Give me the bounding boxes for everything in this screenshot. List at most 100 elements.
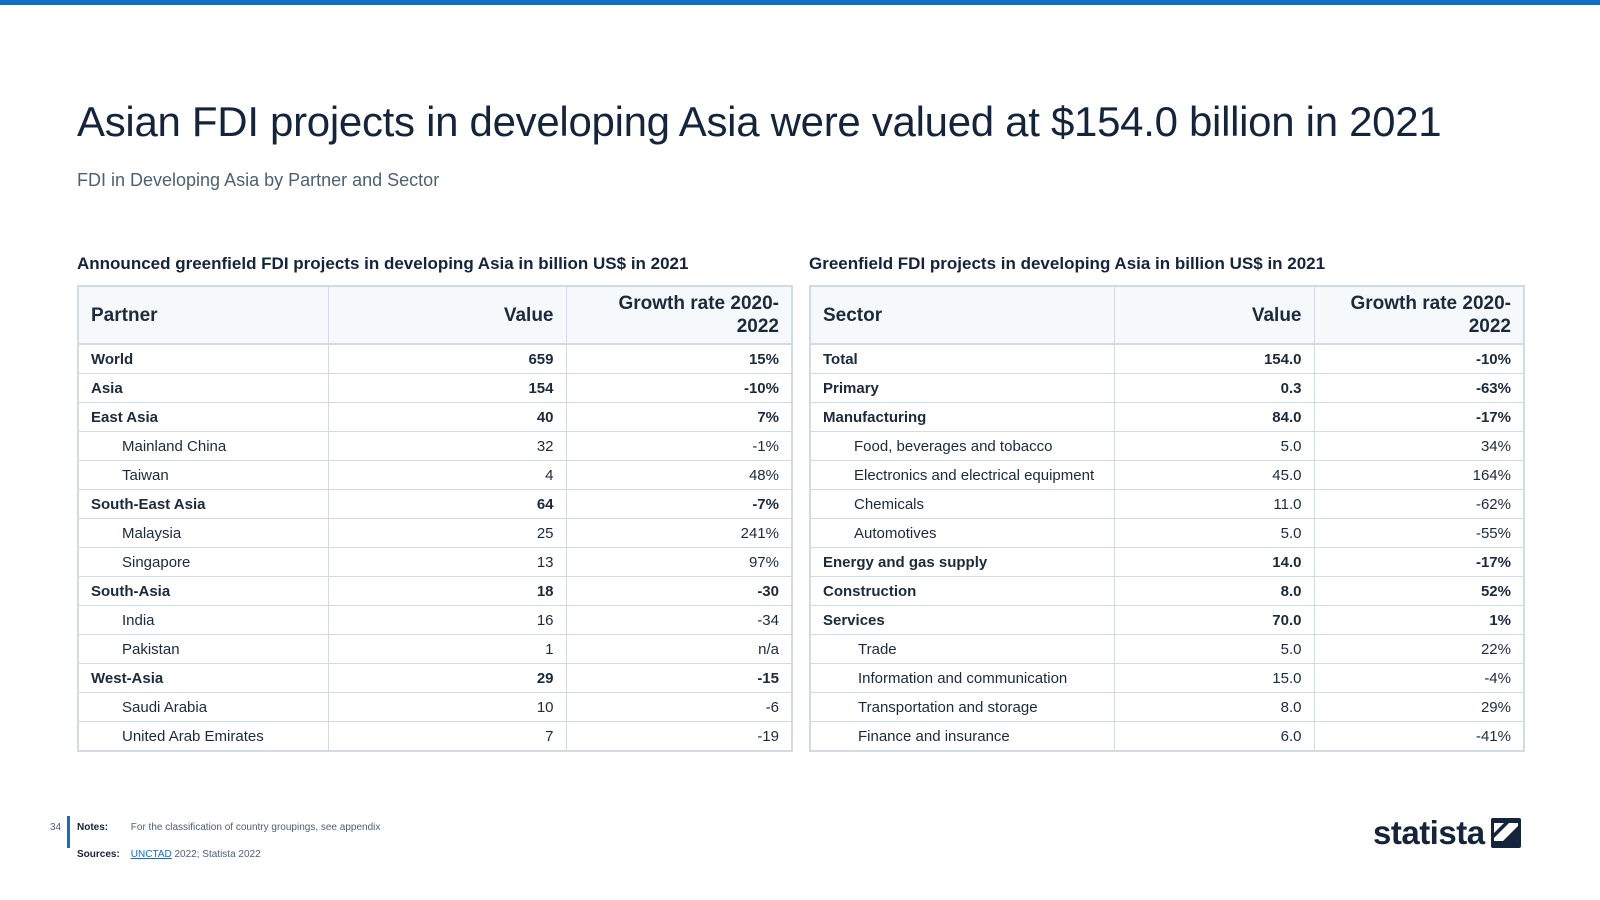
column-header-value: Value [1113,285,1315,345]
row-growth: 52% [1313,576,1525,606]
row-growth: 48% [565,460,793,490]
row-value: 64 [327,489,567,519]
row-label: World [77,343,329,374]
row-value: 0.3 [1113,373,1315,403]
statista-logo-icon [1490,818,1521,848]
notes: Notes: For the classification of country… [77,822,380,833]
row-growth: -55% [1313,518,1525,548]
table-row: Singapore 13 97% [77,547,793,577]
row-value: 70.0 [1113,605,1315,635]
row-label: Energy and gas supply [809,547,1115,577]
row-value: 29 [327,663,567,693]
row-value: 659 [327,343,567,374]
row-label: Primary [809,373,1115,403]
row-label: Mainland China [77,431,329,461]
row-value: 154.0 [1113,343,1315,374]
sector-panel: Greenfield FDI projects in developing As… [809,251,1525,752]
table-row: Electronics and electrical equipment 45.0… [809,460,1525,490]
partner-table: Partner Value Growth rate 2020-2022 Worl… [77,285,793,752]
page-subtitle: FDI in Developing Asia by Partner and Se… [77,170,440,190]
row-value: 6.0 [1113,721,1315,752]
row-label: Trade [809,634,1115,664]
row-label: West-Asia [77,663,329,693]
table-row: Primary 0.3 -63% [809,373,1525,403]
sector-table-heading: Greenfield FDI projects in developing As… [809,254,1326,273]
unctad-source-link[interactable]: UNCTAD [131,849,172,860]
sector-table-body: Total 154.0 -10% Primary 0.3 -63% Manufacturin… [809,343,1525,752]
table-row: Trade 5.0 22% [809,634,1525,664]
row-growth: 164% [1313,460,1525,490]
column-header-growth: Growth rate 2020-2022 [1313,285,1525,345]
row-value: 4 [327,460,567,490]
row-growth: -17% [1313,402,1525,432]
row-label: Food, beverages and tobacco [809,431,1115,461]
row-growth: 34% [1313,431,1525,461]
row-label: Finance and insurance [809,721,1115,752]
row-growth: -10% [1313,343,1525,374]
row-value: 15.0 [1113,663,1315,693]
column-header-growth: Growth rate 2020-2022 [565,285,793,345]
row-value: 14.0 [1113,547,1315,577]
row-label: Singapore [77,547,329,577]
partner-table-body: World 659 15% Asia 154 -10% East Asia 40 7% Mainl… [77,343,793,752]
row-value: 7 [327,721,567,752]
table-row: Information and communication 15.0 -4% [809,663,1525,693]
statista-logo: statista [1373,815,1521,851]
column-header-value: Value [327,285,567,345]
row-value: 1 [327,634,567,664]
row-growth: 15% [565,343,793,374]
row-value: 5.0 [1113,518,1315,548]
table-row: Services 70.0 1% [809,605,1525,635]
row-label: Services [809,605,1115,635]
row-label: South-Asia [77,576,329,606]
table-row: Pakistan 1 n/a [77,634,793,664]
row-value: 8.0 [1113,576,1315,606]
table-header-row: Sector Value Growth rate 2020-2022 [809,285,1525,345]
row-label: Electronics and electrical equipment [809,460,1115,490]
page-number: 34 [50,822,62,833]
row-label: Taiwan [77,460,329,490]
page-title: Asian FDI projects in developing Asia we… [77,98,1442,145]
row-value: 18 [327,576,567,606]
row-label: Pakistan [77,634,329,664]
row-value: 45.0 [1113,460,1315,490]
row-label: United Arab Emirates [77,721,329,752]
row-growth: 7% [565,402,793,432]
table-row: Malaysia 25 241% [77,518,793,548]
row-label: India [77,605,329,635]
table-row: Finance and insurance 6.0 -41% [809,721,1525,752]
table-row: World 659 15% [77,343,793,374]
row-label: Chemicals [809,489,1115,519]
column-header-sector: Sector [809,285,1115,345]
row-label: Total [809,343,1115,374]
top-accent-bar [0,0,1600,5]
row-growth: 1% [1313,605,1525,635]
row-value: 25 [327,518,567,548]
row-value: 13 [327,547,567,577]
row-label: South-East Asia [77,489,329,519]
notes-text: For the classification of country groupi… [130,822,381,833]
table-row: Saudi Arabia 10 -6 [77,692,793,722]
table-row: South-East Asia 64 -7% [77,489,793,519]
row-growth: -15 [565,663,793,693]
row-value: 154 [327,373,567,403]
row-growth: -6 [565,692,793,722]
row-growth: 29% [1313,692,1525,722]
row-growth: -62% [1313,489,1525,519]
row-value: 10 [327,692,567,722]
row-value: 5.0 [1113,431,1315,461]
row-label: Saudi Arabia [77,692,329,722]
table-row: Chemicals 11.0 -62% [809,489,1525,519]
row-growth: -19 [565,721,793,752]
table-row: West-Asia 29 -15 [77,663,793,693]
row-label: Information and communication [809,663,1115,693]
column-header-partner: Partner [77,285,329,345]
row-value: 40 [327,402,567,432]
row-label: Transportation and storage [809,692,1115,722]
partner-table-heading: Announced greenfield FDI projects in dev… [77,254,689,273]
row-value: 5.0 [1113,634,1315,664]
table-row: East Asia 40 7% [77,402,793,432]
table-row: Manufacturing 84.0 -17% [809,402,1525,432]
row-growth: -7% [565,489,793,519]
footer-accent-line [67,816,70,848]
